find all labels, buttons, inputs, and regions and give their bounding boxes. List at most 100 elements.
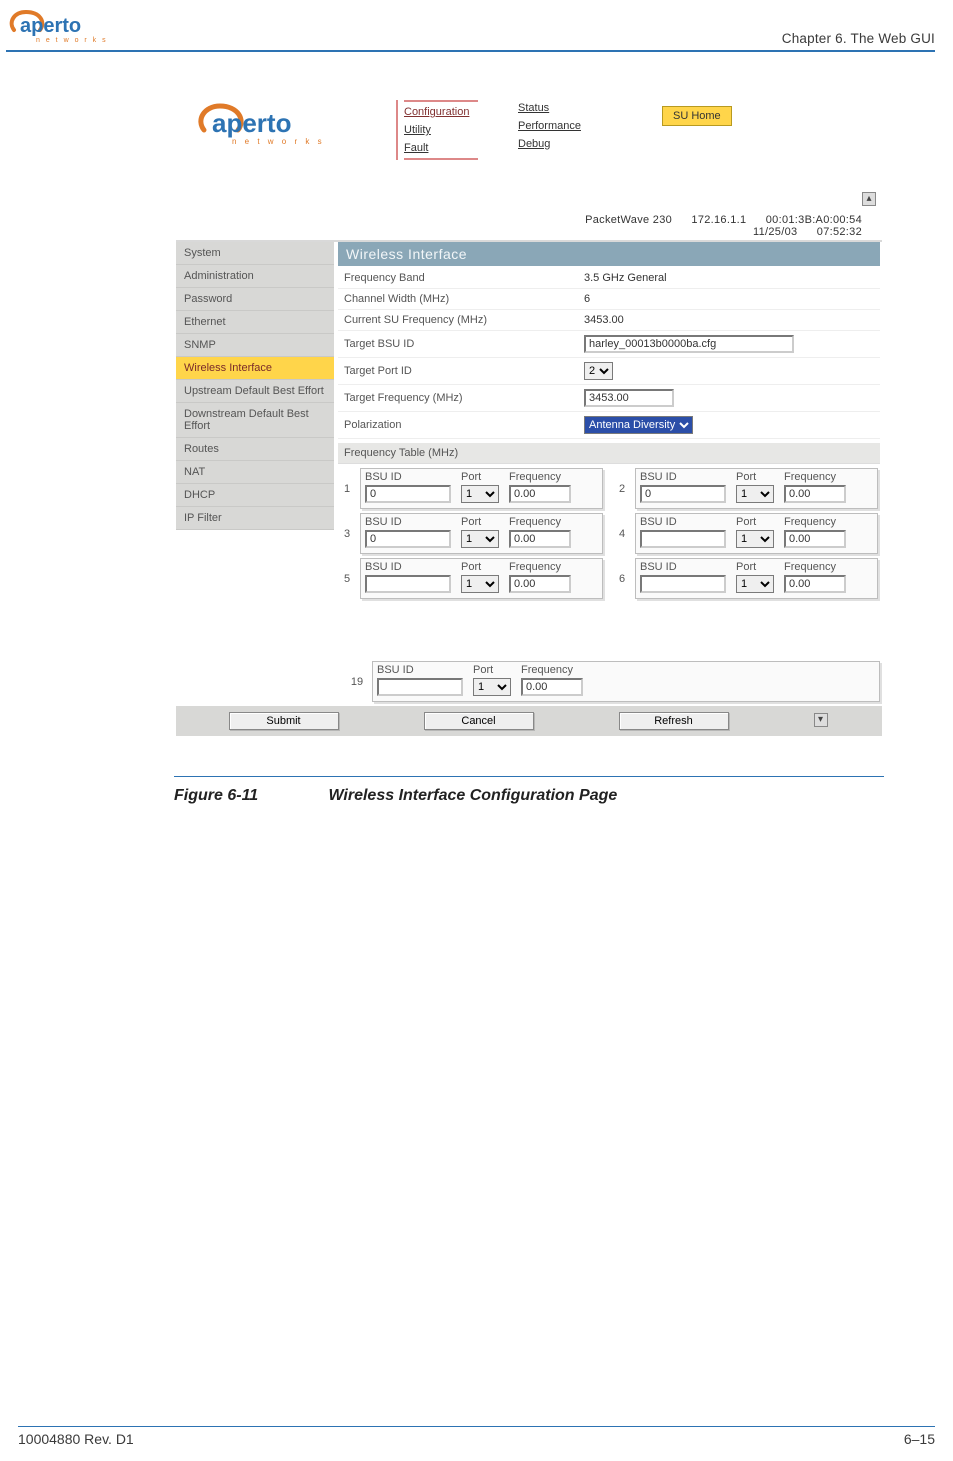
sidebar-item-system[interactable]: System (176, 242, 334, 265)
label-target-bsu: Target BSU ID (344, 338, 574, 350)
extra-freq-row: 19 BSU ID Port Frequency 1 (176, 657, 882, 706)
su-home-button[interactable]: SU Home (662, 106, 732, 126)
select-port-19[interactable]: 1 (473, 678, 511, 696)
select-port-2[interactable]: 1 (736, 485, 774, 503)
footer-left: 10004880 Rev. D1 (18, 1431, 134, 1447)
hdr-port: Port (736, 471, 774, 483)
hdr-port: Port (461, 516, 499, 528)
freq-card-2: BSU ID Port Frequency 1 (635, 468, 878, 509)
select-target-port[interactable]: 2 (584, 362, 613, 380)
app-window-lower: 19 BSU ID Port Frequency 1 Submit (176, 657, 882, 736)
chapter-label: Chapter 6. The Web GUI (782, 31, 935, 46)
figure-number: Figure 6-11 (174, 787, 324, 805)
refresh-button[interactable]: Refresh (619, 712, 729, 730)
select-polarization[interactable]: Antenna Diversity (584, 416, 693, 434)
sidebar-item-upstream-default-best-effort[interactable]: Upstream Default Best Effort (176, 380, 334, 403)
input-freq-19[interactable] (521, 678, 583, 696)
status-time: 07:52:32 (817, 226, 862, 238)
status-device: PacketWave 230 (585, 214, 672, 226)
input-bsu-4[interactable] (640, 530, 726, 548)
freq-cell-6: 6BSU IDPortFrequency1 (615, 558, 878, 599)
input-bsu-1[interactable] (365, 485, 451, 503)
nav-debug[interactable]: Debug (518, 136, 592, 152)
input-target-bsu[interactable] (584, 335, 794, 353)
row-target-bsu: Target BSU ID (338, 331, 880, 358)
input-freq-6[interactable] (784, 575, 846, 593)
hdr-bsu: BSU ID (365, 516, 451, 528)
sidebar-item-password[interactable]: Password (176, 288, 334, 311)
nav-col-2: Status Performance Debug (518, 100, 592, 160)
sidebar-item-ethernet[interactable]: Ethernet (176, 311, 334, 334)
freq-cell-number: 3 (340, 528, 354, 540)
label-frequency-band: Frequency Band (344, 272, 574, 284)
input-bsu-3[interactable] (365, 530, 451, 548)
hdr-bsu: BSU ID (640, 561, 726, 573)
hdr-freq: Frequency (509, 471, 571, 483)
app-window: aperto n e t w o r k s Configuration Uti… (176, 90, 882, 607)
hdr-bsu: BSU ID (377, 664, 463, 676)
input-bsu-2[interactable] (640, 485, 726, 503)
input-target-freq[interactable] (584, 389, 674, 407)
sidebar-item-administration[interactable]: Administration (176, 265, 334, 288)
status-line: PacketWave 230 172.16.1.1 00:01:3B:A0:00… (176, 164, 882, 240)
input-bsu-6[interactable] (640, 575, 726, 593)
freq-card-3: BSU IDPortFrequency1 (360, 513, 603, 554)
input-freq-2[interactable] (784, 485, 846, 503)
nav-performance[interactable]: Performance (518, 118, 592, 134)
header-rule (6, 50, 935, 52)
select-port-5[interactable]: 1 (461, 575, 499, 593)
sidebar: SystemAdministrationPasswordEthernetSNMP… (176, 242, 334, 530)
sidebar-item-dhcp[interactable]: DHCP (176, 484, 334, 507)
hdr-freq: Frequency (784, 471, 846, 483)
page-header: aperto n e t w o r k s Chapter 6. The We… (0, 0, 953, 52)
nav-fault[interactable]: Fault (404, 140, 478, 156)
input-freq-5[interactable] (509, 575, 571, 593)
freq-cell-number: 4 (615, 528, 629, 540)
cancel-button[interactable]: Cancel (424, 712, 534, 730)
freq-cell-number: 5 (340, 573, 354, 585)
sidebar-item-snmp[interactable]: SNMP (176, 334, 334, 357)
hdr-bsu: BSU ID (365, 561, 451, 573)
input-bsu-19[interactable] (377, 678, 463, 696)
input-freq-1[interactable] (509, 485, 571, 503)
sidebar-item-nat[interactable]: NAT (176, 461, 334, 484)
hdr-freq: Frequency (509, 561, 571, 573)
input-freq-4[interactable] (784, 530, 846, 548)
label-target-freq: Target Frequency (MHz) (344, 392, 574, 404)
figure-area: aperto n e t w o r k s Configuration Uti… (0, 88, 953, 738)
nav-utility[interactable]: Utility (404, 122, 478, 138)
freq-cell-2: 2BSU IDPortFrequency1 (615, 468, 878, 509)
freq-table-grid: 1BSU IDPortFrequency12BSU IDPortFrequenc… (338, 464, 880, 603)
hdr-port: Port (736, 561, 774, 573)
top-nav: Configuration Utility Fault Status Perfo… (404, 96, 732, 160)
hdr-bsu: BSU ID (640, 471, 726, 483)
nav-status[interactable]: Status (518, 100, 592, 116)
row-current-su-freq: Current SU Frequency (MHz) 3453.00 (338, 310, 880, 331)
select-port-6[interactable]: 1 (736, 575, 774, 593)
svg-text:n e t w o r k s: n e t w o r k s (232, 137, 325, 146)
svg-text:n e t w o r k s: n e t w o r k s (36, 37, 108, 44)
main-panel: Wireless Interface Frequency Band 3.5 GH… (334, 242, 882, 607)
sidebar-item-ip-filter[interactable]: IP Filter (176, 507, 334, 530)
value-current-su-freq: 3453.00 (584, 314, 624, 326)
sidebar-item-downstream-default-best-effort[interactable]: Downstream Default Best Effort (176, 403, 334, 438)
freq-card-6: BSU IDPortFrequency1 (635, 558, 878, 599)
input-freq-3[interactable] (509, 530, 571, 548)
button-row: Submit Cancel Refresh ▾ (176, 706, 882, 736)
scroll-up-icon[interactable]: ▴ (862, 192, 876, 206)
footer-right: 6–15 (904, 1431, 935, 1447)
select-port-1[interactable]: 1 (461, 485, 499, 503)
select-port-3[interactable]: 1 (461, 530, 499, 548)
caption-rule (174, 776, 884, 777)
sidebar-item-wireless-interface[interactable]: Wireless Interface (176, 357, 334, 380)
nav-configuration[interactable]: Configuration (404, 104, 478, 120)
status-mac: 00:01:3B:A0:00:54 (766, 214, 862, 226)
hdr-port: Port (461, 561, 499, 573)
sidebar-item-routes[interactable]: Routes (176, 438, 334, 461)
select-port-4[interactable]: 1 (736, 530, 774, 548)
app-logo: aperto n e t w o r k s (194, 96, 334, 146)
submit-button[interactable]: Submit (229, 712, 339, 730)
scroll-down-icon[interactable]: ▾ (814, 713, 828, 727)
doc-logo: aperto n e t w o r k s (6, 8, 116, 46)
input-bsu-5[interactable] (365, 575, 451, 593)
